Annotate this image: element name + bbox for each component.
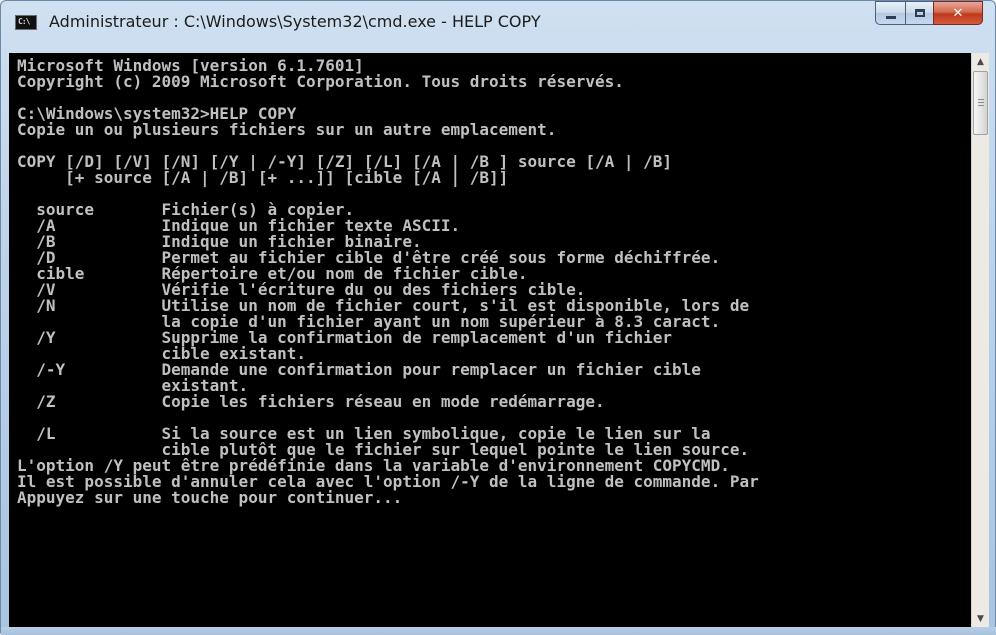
arrow-down-icon: ▼ <box>977 613 984 624</box>
cmd-window: C:\ Administrateur : C:\Windows\System32… <box>0 0 996 635</box>
console-line: Copie un ou plusieurs fichiers sur un au… <box>17 120 557 139</box>
scroll-up-button[interactable]: ▲ <box>972 53 989 70</box>
vertical-scrollbar[interactable]: ▲ ▼ <box>971 53 989 627</box>
window-title: Administrateur : C:\Windows\System32\cmd… <box>49 12 541 31</box>
thumb-grip-line <box>978 99 984 100</box>
console-line: Copyright (c) 2009 Microsoft Corporation… <box>17 72 624 91</box>
title-bar[interactable]: C:\ Administrateur : C:\Windows\System32… <box>1 1 995 53</box>
minimize-button[interactable] <box>875 1 905 25</box>
console-line: /Z Copie les fichiers réseau en mode red… <box>17 392 605 411</box>
scroll-thumb[interactable] <box>973 71 988 135</box>
console-line: [+ source [/A | /B] [+ ...]] [cible [/A … <box>17 168 509 187</box>
thumb-grip-line <box>978 105 984 106</box>
close-icon: ✕ <box>952 5 964 21</box>
minimize-icon <box>885 15 896 19</box>
console-app-icon-text: C:\ <box>18 17 30 26</box>
arrow-up-icon: ▲ <box>977 56 984 67</box>
console-output[interactable]: Microsoft Windows [version 6.1.7601] Copy… <box>9 53 971 627</box>
maximize-button[interactable] <box>905 1 933 25</box>
thumb-grip-line <box>978 102 984 103</box>
console-line: Appuyez sur une touche pour continuer... <box>17 488 403 507</box>
maximize-icon <box>914 9 925 17</box>
caption-buttons: ✕ <box>875 1 983 27</box>
console-app-icon[interactable]: C:\ <box>15 15 37 30</box>
scroll-down-button[interactable]: ▼ <box>972 610 989 627</box>
close-button[interactable]: ✕ <box>933 1 983 25</box>
